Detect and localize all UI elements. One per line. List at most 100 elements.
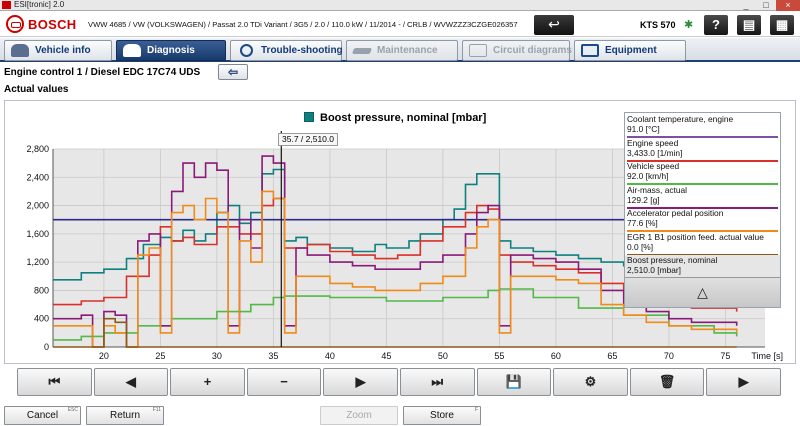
save-button[interactable]: 💾	[476, 368, 552, 396]
bluetooth-icon: ✱	[684, 19, 694, 31]
next-button[interactable]: ▶	[323, 368, 398, 396]
legend-item[interactable]: Accelerator pedal position 77.6 [%]	[625, 208, 780, 232]
app-header: BOSCH VWW 4685 / VW (VOLKSWAGEN) / Passa…	[0, 11, 800, 37]
store-shortcut: F	[474, 407, 478, 413]
tab-label: Circuit diagrams	[493, 45, 572, 56]
chart-settings-icon: ⚙	[584, 374, 597, 389]
legend-item[interactable]: Boost pressure, nominal 2,510.0 [mbar]	[625, 255, 780, 279]
help-button[interactable]: ?	[704, 15, 728, 35]
vehicle-identification: VWW 4685 / VW (VOLKSWAGEN) / Passat 2.0 …	[88, 20, 518, 29]
last-icon: ⏭	[431, 374, 444, 389]
next-icon: ▶	[355, 374, 366, 389]
legend-item-name: Vehicle speed	[627, 161, 680, 171]
tab-label: Trouble-shooting	[261, 45, 343, 56]
y-tick-label: 1,600	[26, 229, 49, 239]
trouble-shooting-icon	[240, 44, 253, 57]
tab-equipment[interactable]: Equipment	[574, 40, 686, 61]
car-diagnosis-icon	[123, 44, 141, 57]
maximize-button[interactable]: □	[756, 0, 776, 11]
legend-item[interactable]: Vehicle speed 92.0 [km/h]	[625, 161, 780, 185]
section-subtitle: Actual values	[4, 84, 69, 95]
x-tick-label: 50	[438, 351, 448, 361]
x-tick-label: 75	[720, 351, 730, 361]
tab-trouble-shooting[interactable]: Trouble-shooting	[230, 40, 343, 61]
x-tick-label: 35	[268, 351, 278, 361]
book-icon	[581, 44, 599, 57]
return-button[interactable]: Return F11	[86, 406, 164, 425]
legend-item[interactable]: Air-mass, actual 129.2 [g]	[625, 185, 780, 209]
window-controls: _ □ ×	[736, 0, 800, 11]
legend-item[interactable]: EGR 1 B1 position feed. actual value 0.0 …	[625, 232, 780, 256]
tab-vehicle-info[interactable]: Vehicle info	[4, 40, 112, 61]
main-tabs: Vehicle info Diagnosis Trouble-shooting …	[0, 38, 800, 62]
delete-button[interactable]: 🗑	[629, 368, 705, 396]
y-tick-label: 1,200	[26, 257, 49, 267]
circuit-icon	[469, 44, 487, 57]
y-tick-label: 0	[44, 342, 49, 352]
legend-scroll-up-button[interactable]: △	[625, 277, 780, 307]
first-icon: ⏮	[48, 374, 61, 389]
close-button[interactable]: ×	[776, 0, 800, 11]
menu-button[interactable]: ▦	[770, 15, 794, 35]
zoom-out-button[interactable]: −	[246, 368, 322, 396]
tab-label: Diagnosis	[147, 45, 195, 56]
header-back-button[interactable]: ↩	[534, 15, 574, 35]
legend-item-name: Coolant temperature, engine	[627, 114, 734, 124]
window-title: ESI[tronic] 2.0	[14, 0, 65, 9]
prev-icon: ◀	[125, 374, 136, 389]
y-tick-label: 2,400	[26, 172, 49, 182]
last-button[interactable]: ⏭	[399, 368, 475, 396]
x-tick-label: 65	[607, 351, 617, 361]
chart-settings-button[interactable]: ⚙	[553, 368, 628, 396]
zoom-in-button[interactable]: +	[170, 368, 245, 396]
play-button[interactable]: ▶	[706, 368, 781, 396]
store-button[interactable]: Store F	[403, 406, 481, 425]
x-tick-label: 30	[212, 351, 222, 361]
y-tick-label: 2,800	[26, 144, 49, 154]
print-button[interactable]: ▤	[737, 15, 761, 35]
zoom-in-icon: +	[203, 374, 212, 389]
zoom-label: Zoom	[346, 410, 372, 421]
prev-button[interactable]: ◀	[93, 368, 169, 396]
ecu-back-button[interactable]: ⇦	[218, 64, 248, 80]
window-titlebar: ESI[tronic] 2.0 _ □ ×	[0, 0, 800, 11]
legend-item[interactable]: Engine speed 3,433.0 [1/min]	[625, 138, 780, 162]
legend-item-name: EGR 1 B1 position feed. actual value	[627, 231, 764, 242]
legend-item-value: 129.2 [g]	[627, 194, 660, 205]
x-tick-label: 60	[551, 351, 561, 361]
tab-label: Maintenance	[377, 45, 438, 56]
bosch-logo-icon	[6, 15, 24, 33]
bottom-bar: Cancel ESC Return F11 Zoom Store F	[0, 403, 800, 426]
cancel-button[interactable]: Cancel ESC	[4, 406, 81, 425]
legend-item[interactable]: Coolant temperature, engine 91.0 [°C]	[625, 114, 780, 138]
y-tick-label: 2,000	[26, 201, 49, 211]
cursor-readout: 35.7 / 2,510.0	[278, 133, 338, 146]
tab-circuit-diagrams[interactable]: Circuit diagrams	[462, 40, 572, 61]
x-tick-label: 70	[664, 351, 674, 361]
chart-title-text: Boost pressure, nominal [mbar]	[320, 112, 487, 124]
car-icon	[11, 44, 29, 57]
chart-toolbar: ⏮ ◀ + − ▶ ⏭ 💾 ⚙ 🗑 ▶	[17, 368, 781, 396]
save-icon: 💾	[505, 374, 522, 389]
wrench-icon	[351, 48, 373, 54]
play-icon: ▶	[738, 374, 749, 389]
tab-maintenance[interactable]: Maintenance	[346, 40, 458, 61]
zoom-button[interactable]: Zoom	[320, 406, 398, 425]
zoom-out-icon: −	[280, 374, 288, 389]
y-tick-label: 800	[34, 285, 49, 295]
y-tick-label: 400	[34, 314, 49, 324]
legend-item-value: 92.0 [km/h]	[627, 171, 669, 181]
x-tick-label: 20	[99, 351, 109, 361]
delete-icon: 🗑	[658, 374, 676, 389]
tab-diagnosis[interactable]: Diagnosis	[116, 40, 226, 61]
legend-item-name: Boost pressure, nominal	[627, 255, 718, 265]
minimize-button[interactable]: _	[736, 0, 756, 11]
title-color-swatch	[304, 112, 314, 122]
first-button[interactable]: ⏮	[17, 368, 92, 396]
brand-logo-text: BOSCH	[28, 17, 77, 32]
x-tick-label: 55	[494, 351, 504, 361]
tab-label: Vehicle info	[35, 45, 91, 56]
store-label: Store	[430, 410, 454, 421]
x-tick-label: 40	[325, 351, 335, 361]
legend-item-value: 0.0 [%]	[627, 241, 654, 252]
